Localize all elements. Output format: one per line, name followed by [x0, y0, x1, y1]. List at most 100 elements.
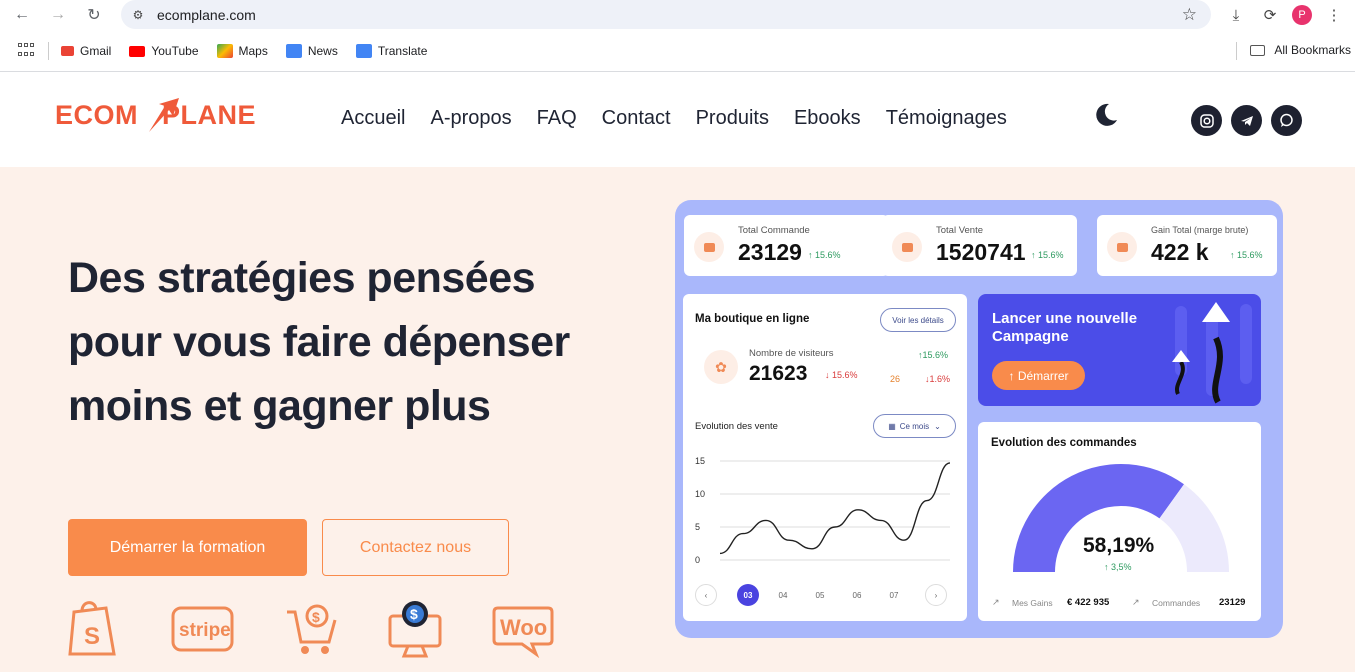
- nav-a-propos[interactable]: A-propos: [430, 107, 511, 130]
- menu-dots-icon[interactable]: ⋮: [1322, 4, 1346, 26]
- period-label: Ce mois: [899, 421, 930, 431]
- period-select[interactable]: ▦ Ce mois ⌄: [873, 414, 956, 438]
- y-tick-label: 5: [695, 522, 700, 532]
- campaign-title: Lancer une nouvelle Campagne: [992, 310, 1138, 345]
- folder-icon: [1250, 44, 1266, 56]
- site-info-icon[interactable]: ⚙: [129, 6, 147, 24]
- start-campaign-button[interactable]: ↑ Démarrer: [992, 361, 1085, 390]
- svg-text:$: $: [312, 609, 320, 625]
- telegram-icon[interactable]: [1231, 105, 1262, 136]
- extension-icon[interactable]: ⟳: [1258, 4, 1282, 26]
- visitors-delta: ↓ 15.6%: [825, 370, 858, 380]
- trend-icon: ↗: [992, 597, 1000, 607]
- money-icon: [1107, 232, 1137, 262]
- divider: [1236, 42, 1237, 60]
- orders-percent: 58,19%: [1083, 534, 1155, 557]
- stat-card-sales: Total Vente 1520741 ↑ 15.6%: [882, 215, 1077, 276]
- shopify-icon: S: [68, 601, 116, 656]
- news-icon: [285, 44, 302, 58]
- orders-gauge: [1013, 464, 1229, 572]
- profile-avatar[interactable]: P: [1292, 5, 1312, 25]
- main-nav: Accueil A-propos FAQ Contact Produits Eb…: [341, 107, 1032, 130]
- url-text[interactable]: ecomplane.com: [157, 7, 256, 23]
- svg-text:$: $: [410, 606, 418, 622]
- stat-delta: ↑ 15.6%: [1031, 250, 1064, 260]
- back-icon[interactable]: ←: [9, 2, 35, 28]
- svg-text:S: S: [84, 623, 100, 650]
- y-tick-label: 10: [695, 489, 705, 499]
- cart-dollar-icon: $: [287, 604, 337, 654]
- stat-value: 23129: [738, 239, 802, 265]
- all-bookmarks[interactable]: All Bookmarks: [1250, 43, 1351, 57]
- sales-series-line: [719, 462, 951, 555]
- bookmark-translate[interactable]: Translate: [355, 44, 427, 58]
- prev-page-icon[interactable]: ‹: [695, 584, 717, 606]
- reload-icon[interactable]: ↻: [81, 2, 107, 28]
- nav-contact[interactable]: Contact: [602, 107, 671, 130]
- stat-value: 1520741: [936, 239, 1026, 265]
- bookmarks-bar: Gmail YouTube Maps News Translate All Bo…: [0, 36, 1355, 66]
- stat-card-orders: Total Commande 23129 ↑ 15.6%: [684, 215, 889, 276]
- site-logo[interactable]: ECOM PLANE: [55, 98, 256, 132]
- calendar-icon: ▦: [888, 421, 896, 431]
- apps-grid-icon[interactable]: [18, 43, 34, 59]
- page-item[interactable]: 07: [883, 584, 905, 606]
- stat-delta: ↑ 15.6%: [1230, 250, 1263, 260]
- woo-icon: Woo: [492, 606, 554, 658]
- sales-chart-title: Evolution des vente: [695, 421, 778, 432]
- address-bar[interactable]: ⚙ ecomplane.com ☆: [121, 0, 1211, 29]
- stat-label: Total Commande: [738, 225, 810, 236]
- page-item[interactable]: 06: [846, 584, 868, 606]
- gmail-icon: [61, 46, 74, 56]
- nav-temoignages[interactable]: Témoignages: [886, 107, 1007, 130]
- maps-icon: [216, 44, 233, 58]
- page-item[interactable]: 04: [772, 584, 794, 606]
- sales-line-chart: 0 5 10 15: [695, 456, 951, 565]
- forward-icon[interactable]: →: [45, 2, 71, 28]
- visitors-label: Nombre de visiteurs: [749, 348, 834, 359]
- paw-icon: ✿: [704, 350, 738, 384]
- whatsapp-icon[interactable]: [1271, 105, 1302, 136]
- stat-label: Gain Total (marge brute): [1151, 225, 1249, 235]
- instagram-icon[interactable]: [1191, 105, 1222, 136]
- y-tick-label: 0: [695, 555, 700, 565]
- stat-delta: ↑ 15.6%: [808, 250, 841, 260]
- moon-icon[interactable]: [1093, 102, 1119, 128]
- bookmark-news[interactable]: News: [285, 44, 338, 58]
- side-down: ↓1.6%: [925, 374, 951, 384]
- start-training-button[interactable]: Démarrer la formation: [68, 519, 307, 576]
- orders-title: Evolution des commandes: [991, 437, 1137, 449]
- page-item[interactable]: 05: [809, 584, 831, 606]
- bookmark-maps[interactable]: Maps: [216, 44, 268, 58]
- next-page-icon[interactable]: ›: [925, 584, 947, 606]
- bookmark-gmail[interactable]: Gmail: [61, 44, 111, 58]
- logo-text-ecom: ECOM: [55, 100, 138, 130]
- contact-us-button[interactable]: Contactez nous: [322, 519, 509, 576]
- bookmark-star-icon[interactable]: ☆: [1182, 5, 1197, 25]
- page-item[interactable]: 03: [737, 584, 759, 606]
- hero-title: Des stratégies pensées pour vous faire d…: [68, 254, 570, 430]
- side-value: 26: [890, 374, 901, 384]
- nav-ebooks[interactable]: Ebooks: [794, 107, 861, 130]
- orders-value: 23129: [1219, 597, 1246, 608]
- nav-produits[interactable]: Produits: [696, 107, 769, 130]
- gains-label: Mes Gains: [1012, 598, 1053, 608]
- download-icon[interactable]: ⤓: [1224, 4, 1248, 26]
- woo-text: Woo: [500, 615, 547, 640]
- y-tick-label: 15: [695, 456, 705, 466]
- side-up: ↑15.6%: [918, 350, 949, 360]
- view-details-button[interactable]: Voir les détails: [880, 308, 956, 332]
- campaign-card: Lancer une nouvelle Campagne ↑ Démarrer: [978, 294, 1261, 406]
- stat-value: 422 k: [1151, 239, 1209, 265]
- bookmark-youtube[interactable]: YouTube: [129, 44, 199, 58]
- stat-label: Total Vente: [936, 225, 984, 236]
- trend-icon: ↗: [1132, 597, 1140, 607]
- browser-toolbar: ← → ↻ ⚙ ecomplane.com ☆ ⤓ ⟳ P ⋮: [0, 0, 1355, 30]
- orders-label: Commandes: [1152, 598, 1201, 608]
- divider: [48, 42, 49, 60]
- nav-accueil[interactable]: Accueil: [341, 107, 405, 130]
- chevron-down-icon: ⌄: [934, 421, 941, 431]
- nav-faq[interactable]: FAQ: [537, 107, 577, 130]
- monitor-dollar-icon: $: [388, 601, 442, 658]
- translate-icon: [355, 44, 372, 58]
